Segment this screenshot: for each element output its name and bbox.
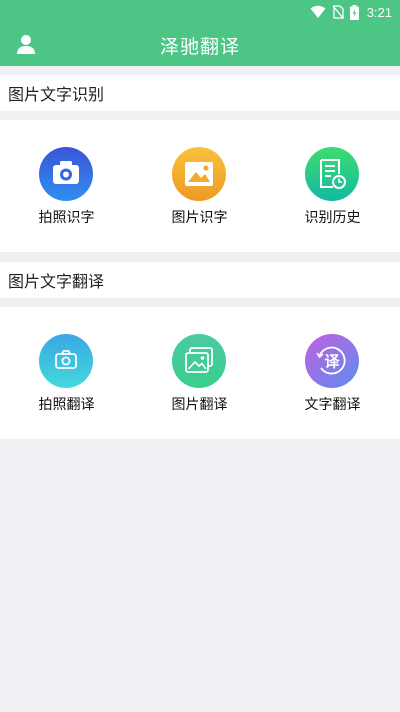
image-translate-button[interactable]: 图片翻译 (133, 307, 266, 439)
translation-grid: 拍照翻译 图片翻译 译 文字翻译 (0, 307, 400, 439)
status-time: 3:21 (366, 4, 392, 20)
photo-translate-label: 拍照翻译 (38, 397, 95, 413)
recognition-grid: 拍照识字 图片识字 识别历史 (0, 120, 400, 252)
section-header-translation: 图片文字翻译 (0, 262, 400, 298)
camera-icon (39, 334, 93, 388)
image-recognize-button[interactable]: 图片识字 (133, 120, 266, 252)
section-header-recognition: 图片文字识别 (0, 75, 400, 111)
camera-icon (39, 147, 93, 201)
recognize-history-button[interactable]: 识别历史 (266, 120, 399, 252)
images-icon (172, 334, 226, 388)
photo-translate-button[interactable]: 拍照翻译 (0, 307, 133, 439)
photo-recognize-button[interactable]: 拍照识字 (0, 120, 133, 252)
app-bar: 泽驰翻译 (0, 24, 400, 66)
history-icon (305, 147, 359, 201)
photo-recognize-label: 拍照识字 (38, 210, 95, 226)
wifi-icon (310, 5, 326, 18)
battery-icon (349, 4, 359, 20)
image-icon (172, 147, 226, 201)
image-recognize-label: 图片识字 (171, 210, 228, 226)
app-title: 泽驰翻译 (159, 36, 240, 58)
text-translate-label: 文字翻译 (304, 397, 361, 413)
no-sim-icon (332, 5, 344, 19)
status-icons: 3:21 (310, 2, 392, 22)
translate-icon: 译 (305, 334, 359, 388)
image-translate-label: 图片翻译 (171, 397, 228, 413)
svg-text:译: 译 (324, 353, 340, 371)
text-translate-button[interactable]: 译 文字翻译 (266, 307, 399, 439)
recognize-history-label: 识别历史 (304, 210, 361, 226)
status-bar: 3:21 (0, 0, 400, 24)
